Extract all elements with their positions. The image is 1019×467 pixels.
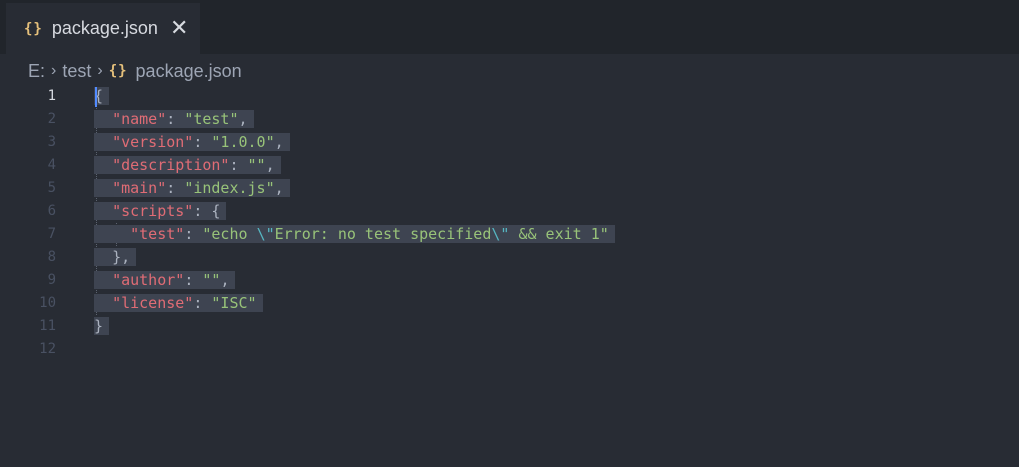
code-line-text: },: [94, 248, 137, 266]
code-line[interactable]: "name": "test",: [94, 108, 615, 131]
code-line-text: "description": "",: [94, 156, 281, 174]
code-editor[interactable]: { "name": "test", "version": "1.0.0", "d…: [94, 85, 615, 361]
json-braces-icon: {}: [108, 63, 128, 79]
line-number: 2: [47, 111, 56, 127]
breadcrumb-folder[interactable]: test: [62, 61, 91, 82]
code-line[interactable]: "main": "index.js",: [94, 177, 615, 200]
code-line-text: }: [94, 317, 110, 335]
line-number: 12: [39, 341, 56, 357]
line-number: 1: [47, 88, 56, 104]
line-number-gutter: 1 2 3 4 5 6 7 8 9 10 11 12: [0, 85, 60, 361]
line-number: 9: [47, 272, 56, 288]
code-line[interactable]: },: [94, 246, 615, 269]
code-line-text: "name": "test",: [94, 110, 254, 128]
line-number: 11: [39, 318, 56, 334]
code-line[interactable]: "author": "",: [94, 269, 615, 292]
line-number: 3: [47, 134, 56, 150]
line-number: 7: [47, 226, 56, 242]
line-number: 6: [47, 203, 56, 219]
close-icon[interactable]: ✕: [170, 17, 188, 40]
code-line-text: "license": "ISC": [94, 294, 263, 312]
json-braces-icon: {}: [24, 20, 43, 37]
code-line[interactable]: "license": "ISC": [94, 292, 615, 315]
code-line[interactable]: [94, 338, 615, 361]
code-line-text: "scripts": {: [94, 202, 227, 220]
code-line[interactable]: {: [94, 85, 615, 108]
breadcrumb-file[interactable]: package.json: [136, 61, 242, 82]
code-line-text: "author": "",: [94, 271, 236, 289]
code-line[interactable]: }: [94, 315, 615, 338]
line-number: 5: [47, 180, 56, 196]
code-line[interactable]: "test": "echo \"Error: no test specified…: [94, 223, 615, 246]
chevron-right-icon: ›: [97, 62, 103, 79]
code-line-text: "main": "index.js",: [94, 179, 290, 197]
code-line-text: "test": "echo \"Error: no test specified…: [94, 225, 615, 243]
code-line[interactable]: "version": "1.0.0",: [94, 131, 615, 154]
line-number: 8: [47, 249, 56, 265]
chevron-right-icon: ›: [51, 62, 57, 79]
breadcrumb-drive[interactable]: E:: [28, 61, 45, 82]
tab-label: package.json: [51, 18, 158, 38]
breadcrumb: E: › test › {} package.json: [28, 58, 242, 84]
code-line[interactable]: "scripts": {: [94, 200, 615, 223]
tab-bar: {} package.json ✕: [0, 0, 1019, 54]
tab-package-json[interactable]: {} package.json ✕: [6, 3, 200, 54]
code-line-text: "version": "1.0.0",: [94, 133, 290, 151]
line-number: 4: [47, 157, 56, 173]
text-cursor: [95, 87, 97, 107]
line-number: 10: [39, 295, 56, 311]
code-line[interactable]: "description": "",: [94, 154, 615, 177]
